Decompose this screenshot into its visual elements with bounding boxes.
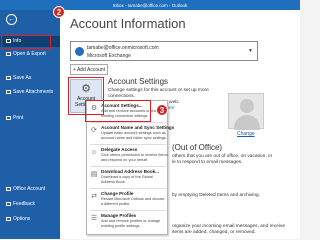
open-icon — [6, 51, 11, 56]
menu-desc-line: account name and folder sync settings. — [101, 135, 167, 140]
feedback-icon — [6, 201, 11, 206]
window-title: Inbox - tamabe@office.com - Outlook — [112, 2, 188, 8]
menu-item-change-profile[interactable]: ⇄ Change Profile Restart Microsoft Outlo… — [87, 190, 168, 209]
nav-item-open-export[interactable]: Open & Export — [0, 49, 60, 60]
menu-item-download-address-book[interactable]: ▤ Download Address Book... Download a co… — [87, 168, 168, 187]
account-selector[interactable]: tamabe@office.onmicrosoft.com Microsoft … — [70, 41, 258, 61]
nav-item-feedback[interactable]: Feedback — [0, 199, 60, 210]
manage-profiles-icon: ☰ — [90, 215, 98, 222]
avatar-body — [234, 115, 260, 130]
back-arrow-icon[interactable]: ← — [6, 14, 17, 25]
highlight-account-settings-item — [85, 100, 151, 122]
chevron-down-icon: ▼ — [248, 48, 253, 54]
avatar — [228, 93, 264, 130]
step-badge: 2 — [53, 6, 65, 18]
menu-desc-line: Download a copy of the Global — [101, 175, 153, 179]
menu-separator — [90, 210, 166, 211]
nav-item-options[interactable]: Options — [0, 214, 60, 225]
menu-desc-line: Restart Microsoft Outlook and choose — [101, 197, 165, 201]
menu-item-title: Delegate Access — [101, 147, 138, 152]
rules-desc: organize your incoming email messages, a… — [172, 224, 286, 229]
menu-item-title: Download Address Book... — [101, 169, 160, 174]
nav-item-label: Office Account — [13, 186, 46, 192]
menu-desc-line: a different profile. — [101, 201, 131, 206]
nav-item-label: Print — [13, 115, 24, 121]
menu-item-desc: Download a copy of the Global Address Bo… — [101, 175, 153, 184]
nav-item-print[interactable]: Print — [0, 113, 60, 124]
menu-item-delegate-access[interactable]: ☺ Delegate Access Give others permission… — [87, 146, 168, 165]
nav-item-label: Feedback — [13, 201, 35, 207]
nav-item-label: Options — [13, 216, 31, 222]
account-type: Microsoft Exchange — [87, 52, 131, 59]
page-title: Account Information — [70, 16, 186, 31]
attachment-icon — [6, 89, 11, 94]
menu-desc-line: Give others permission to receive items — [101, 153, 168, 157]
nav-item-save-as[interactable]: Save As — [0, 73, 60, 84]
menu-separator — [90, 144, 166, 145]
menu-separator — [90, 122, 166, 123]
menu-desc-line: Address Book. — [101, 179, 126, 184]
menu-desc-line: existing profile settings. — [101, 223, 141, 228]
menu-item-title: Manage Profiles — [101, 213, 137, 218]
menu-item-desc: Restart Microsoft Outlook and choose a d… — [101, 197, 165, 206]
out-of-office-heading: (Out of Office) — [172, 143, 223, 152]
office-account-icon — [6, 186, 11, 191]
menu-desc-line: Add and remove profiles or change — [101, 219, 161, 223]
highlight-info — [1, 35, 51, 49]
menu-desc-line: and respond on your behalf. — [101, 157, 149, 162]
account-email: tamabe@office.onmicrosoft.com — [87, 45, 159, 51]
delegate-icon: ☺ — [90, 149, 98, 156]
avatar-head — [240, 99, 254, 113]
change-profile-icon: ⇄ — [91, 193, 97, 200]
save-as-icon — [6, 75, 11, 80]
exchange-icon — [75, 47, 84, 56]
out-of-office-desc-2: le to respond to email messages. — [172, 160, 243, 165]
options-icon — [6, 216, 11, 221]
menu-item-title: Change Profile — [101, 191, 134, 196]
change-photo-link[interactable]: Change — [237, 131, 255, 137]
menu-item-title: Account Name and Sync Settings — [101, 125, 175, 130]
nav-item-office-account[interactable]: Office Account — [0, 184, 60, 195]
menu-desc-line: Update basic account settings such as — [101, 131, 166, 135]
nav-item-label: Open & Export — [13, 51, 46, 57]
menu-item-desc: Give others permission to receive items … — [101, 153, 167, 162]
print-icon — [6, 115, 11, 120]
nav-item-save-attachments[interactable]: Save Attachments — [0, 87, 60, 98]
title-bar: Inbox - tamabe@office.com - Outlook — [0, 0, 300, 10]
out-of-office-desc: others that you are out of office, on va… — [172, 154, 273, 159]
menu-item-desc: Update basic account settings such as ac… — [101, 131, 167, 140]
menu-item-manage-profiles[interactable]: ☰ Manage Profiles Add and remove profile… — [87, 212, 168, 231]
address-book-icon: ▤ — [90, 171, 98, 178]
rules-desc-2: items are added, changed, or removed. — [172, 230, 256, 235]
menu-separator — [90, 188, 166, 189]
nav-item-label: Save As — [13, 75, 32, 81]
account-settings-heading: Account Settings — [108, 77, 169, 86]
menu-item-name-sync-settings[interactable]: ⟳ Account Name and Sync Settings Update … — [87, 124, 174, 143]
nav-item-label: Save Attachments — [13, 89, 54, 95]
step-badge: 3 — [156, 104, 168, 116]
menu-item-desc: Add and remove profiles or change existi… — [101, 219, 160, 228]
cleanup-desc: by emptying Deleted Items and archiving. — [172, 193, 260, 198]
menu-separator — [90, 166, 166, 167]
sync-settings-icon: ⟳ — [91, 127, 97, 134]
add-account-button[interactable]: + Add Account — [70, 64, 108, 75]
